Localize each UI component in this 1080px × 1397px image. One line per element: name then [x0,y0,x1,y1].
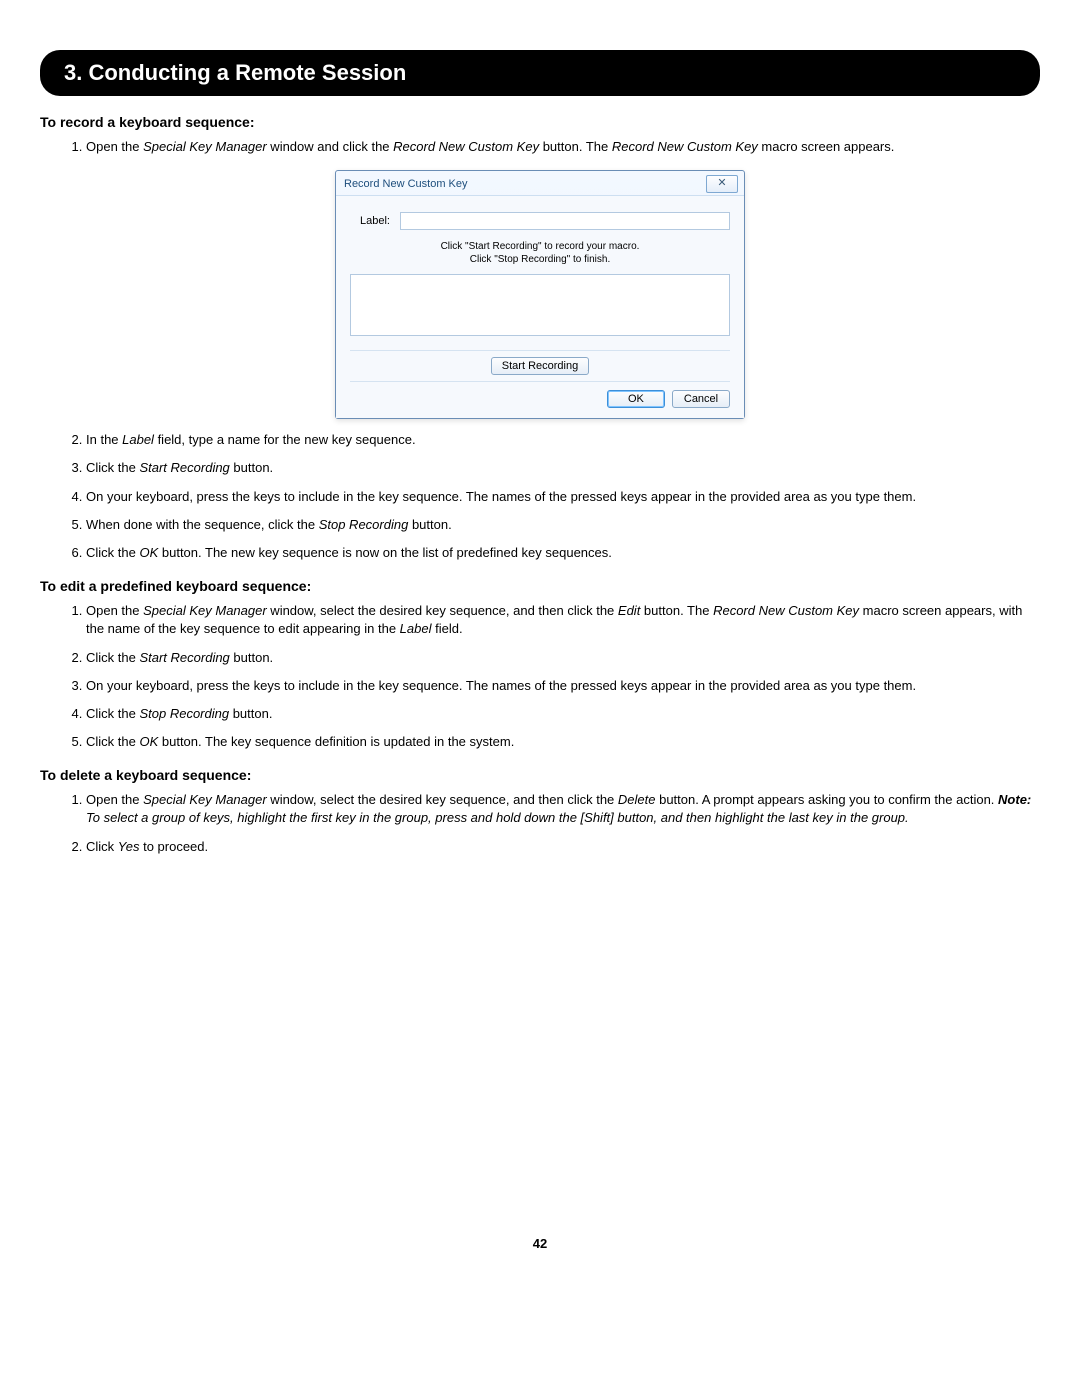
em: OK [139,734,158,749]
steps-delete: Open the Special Key Manager window, sel… [40,791,1040,856]
list-item: Open the Special Key Manager window, sel… [86,791,1040,827]
note-label: Note: [998,792,1031,807]
text: Click the [86,460,139,475]
text: button. The [539,139,612,154]
text: Click [86,839,118,854]
list-item: When done with the sequence, click the S… [86,516,1040,534]
list-item: Click the Start Recording button. [86,459,1040,477]
label-text: Label: [360,215,390,227]
recording-area[interactable] [350,274,730,336]
em: Special Key Manager [143,603,267,618]
text: button. [229,706,272,721]
dialog-title: Record New Custom Key [344,178,468,190]
text: window and click the [267,139,393,154]
text: button. The key sequence definition is u… [158,734,514,749]
text: Click the [86,545,139,560]
text: button. The [640,603,713,618]
em: Start Recording [139,650,229,665]
close-icon[interactable]: ✕ [706,175,738,193]
em: Label [400,621,432,636]
steps-record: Open the Special Key Manager window and … [40,138,1040,156]
em: Label [122,432,154,447]
list-item: Click Yes to proceed. [86,838,1040,856]
text: macro screen appears. [758,139,895,154]
text: button. The new key sequence is now on t… [158,545,612,560]
hint-line: Click "Start Recording" to record your m… [350,240,730,253]
em: Record New Custom Key [393,139,539,154]
list-item: Click the OK button. The new key sequenc… [86,544,1040,562]
hint-text: Click "Start Recording" to record your m… [350,240,730,266]
hint-line: Click "Stop Recording" to finish. [350,253,730,266]
em: Special Key Manager [143,139,267,154]
em: Stop Recording [139,706,229,721]
list-item: Click the Start Recording button. [86,649,1040,667]
steps-record-cont: In the Label field, type a name for the … [40,431,1040,562]
text: When done with the sequence, click the [86,517,319,532]
em: Record New Custom Key [612,139,758,154]
text: window, select the desired key sequence,… [267,792,618,807]
text: Click the [86,650,139,665]
text: field. [431,621,462,636]
list-item: On your keyboard, press the keys to incl… [86,677,1040,695]
text: button. [230,650,273,665]
subhead-delete: To delete a keyboard sequence: [40,767,1040,783]
list-item: Click the OK button. The key sequence de… [86,733,1040,751]
list-item: In the Label field, type a name for the … [86,431,1040,449]
list-item: Open the Special Key Manager window, sel… [86,602,1040,638]
em: OK [139,545,158,560]
page-number: 42 [40,1236,1040,1251]
list-item: Click the Stop Recording button. [86,705,1040,723]
text: to proceed. [139,839,208,854]
em: Special Key Manager [143,792,267,807]
text: button. [230,460,273,475]
text: field, type a name for the new key seque… [154,432,416,447]
em: Record New Custom Key [713,603,859,618]
dialog-screenshot: Record New Custom Key ✕ Label: Click "St… [335,170,745,419]
text: Click the [86,706,139,721]
text: Click the [86,734,139,749]
em: To select a group of keys, highlight the… [86,810,909,825]
text: button. A prompt appears asking you to c… [655,792,998,807]
text: Open the [86,603,143,618]
text: In the [86,432,122,447]
em: Edit [618,603,640,618]
cancel-button[interactable]: Cancel [672,390,730,408]
section-header: 3. Conducting a Remote Session [40,50,1040,96]
em: Stop Recording [319,517,409,532]
record-dialog: Record New Custom Key ✕ Label: Click "St… [335,170,745,419]
text: window, select the desired key sequence,… [267,603,618,618]
list-item: Open the Special Key Manager window and … [86,138,1040,156]
text: button. [408,517,451,532]
em: Start Recording [139,460,229,475]
em: Yes [118,839,140,854]
list-item: On your keyboard, press the keys to incl… [86,488,1040,506]
em: Delete [618,792,656,807]
subhead-edit: To edit a predefined keyboard sequence: [40,578,1040,594]
label-input[interactable] [400,212,730,230]
start-recording-button[interactable]: Start Recording [491,357,589,375]
text: Open the [86,139,143,154]
subhead-record: To record a keyboard sequence: [40,114,1040,130]
steps-edit: Open the Special Key Manager window, sel… [40,602,1040,751]
ok-button[interactable]: OK [607,390,665,408]
text: Open the [86,792,143,807]
